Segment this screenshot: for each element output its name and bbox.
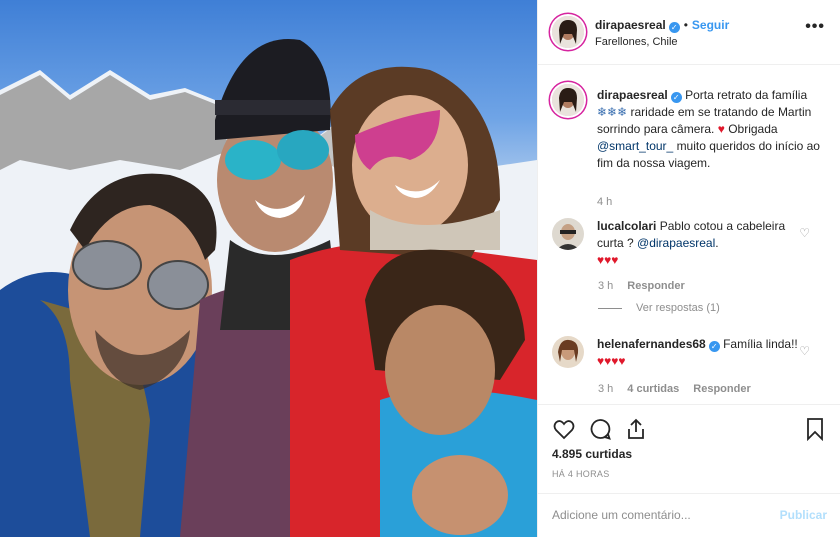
caption-text-2: raridade em se tratando de Martin sorrin… — [597, 105, 812, 136]
view-replies-label: Ver respostas (1) — [636, 302, 720, 314]
replies-divider — [598, 307, 622, 309]
post-header: dirapaesreal ✓ • Seguir Farellones, Chile •… — [538, 0, 840, 65]
share-icon[interactable] — [624, 417, 648, 441]
comment-2-username[interactable]: helenafernandes68 — [597, 337, 706, 351]
like-heart-icon[interactable] — [552, 417, 576, 441]
avatar-image — [552, 16, 584, 48]
verified-icon: ✓ — [670, 92, 682, 103]
author-avatar[interactable] — [552, 16, 584, 48]
author-username[interactable]: dirapaesreal — [595, 18, 666, 32]
comment-2-like-heart-icon[interactable]: ♡ — [799, 344, 810, 358]
save-bookmark-icon[interactable] — [803, 417, 827, 441]
comment-1: lucalcolari Pablo cotou a cabeleira curt… — [597, 218, 807, 269]
comment-1-meta: 3 h Responder — [598, 280, 685, 292]
comment-2-text: Família linda!! — [723, 337, 798, 351]
separator-dot: • — [683, 18, 688, 32]
comment-1-suffix: . — [715, 236, 719, 250]
heart-emoji-icon: ♥ — [717, 122, 725, 136]
post-actions: 4.895 curtidas HÁ 4 HORAS Adicione um co… — [538, 404, 840, 538]
comment-input[interactable]: Adicione um comentário... — [552, 508, 691, 522]
header-title-row: dirapaesreal ✓ • Seguir — [595, 18, 729, 33]
caption-time[interactable]: 4 h — [597, 196, 612, 208]
location-link[interactable]: Farellones, Chile — [595, 36, 678, 48]
commenter-avatar[interactable] — [552, 218, 584, 250]
instagram-post: dirapaesreal ✓ • Seguir Farellones, Chile •… — [0, 0, 840, 537]
likes-count[interactable]: 4.895 curtidas — [552, 447, 632, 461]
comment-2-reply-button[interactable]: Responder — [693, 383, 750, 395]
caption-author-avatar[interactable] — [552, 84, 584, 116]
caption-mention-link[interactable]: @smart_tour_ — [597, 139, 673, 153]
heart-emoji-icon: ♥♥♥ — [597, 253, 619, 267]
comment-1-mention-link[interactable]: @dirapaesreal — [637, 236, 715, 250]
comment-2: helenafernandes68 ✓ Família linda!! ♥♥♥♥ — [597, 336, 807, 370]
caption-text-3: Obrigada — [728, 122, 778, 136]
comment-1-time[interactable]: 3 h — [598, 280, 613, 292]
avatar-image — [552, 336, 584, 368]
comment-1-username[interactable]: lucalcolari — [597, 219, 656, 233]
post-photo[interactable] — [0, 0, 537, 537]
publish-button[interactable]: Publicar — [780, 508, 827, 522]
caption-text-1: Porta retrato da família — [685, 88, 808, 102]
avatar-image — [552, 84, 584, 116]
comment-2-likes[interactable]: 4 curtidas — [627, 383, 679, 395]
post-side-panel: dirapaesreal ✓ • Seguir Farellones, Chile •… — [537, 0, 840, 537]
verified-icon: ✓ — [668, 22, 680, 33]
heart-emoji-icon: ♥♥♥♥ — [597, 354, 626, 368]
comment-2-time[interactable]: 3 h — [598, 383, 613, 395]
more-options-icon[interactable]: ••• — [805, 18, 825, 36]
comment-bubble-icon[interactable] — [588, 417, 612, 441]
caption-author-username[interactable]: dirapaesreal — [597, 88, 668, 102]
commenter-avatar[interactable] — [552, 336, 584, 368]
family-selfie-illustration — [0, 39, 537, 537]
comment-1-like-heart-icon[interactable]: ♡ — [799, 226, 810, 240]
verified-icon: ✓ — [708, 341, 720, 352]
add-comment-bar: Adicione um comentário... Publicar — [538, 493, 840, 539]
snowflake-emoji-icon: ❄❄❄ — [597, 105, 628, 119]
view-replies-button[interactable]: Ver respostas (1) — [598, 302, 720, 314]
follow-button[interactable]: Seguir — [692, 18, 729, 32]
post-caption: dirapaesreal ✓ Porta retrato da família ❄… — [597, 87, 827, 172]
post-timestamp[interactable]: HÁ 4 HORAS — [552, 469, 610, 479]
comment-1-reply-button[interactable]: Responder — [627, 280, 684, 292]
avatar-image — [552, 218, 584, 250]
comment-2-meta: 3 h 4 curtidas Responder — [598, 383, 751, 395]
